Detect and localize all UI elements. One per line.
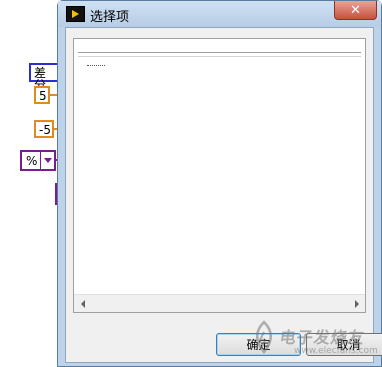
list-empty-row-marker [87, 65, 105, 66]
dialog-client-area: 确定 取消 [65, 27, 382, 363]
ok-button-label: 确定 [246, 338, 271, 352]
close-button[interactable]: ✕ [334, 1, 377, 20]
cancel-button[interactable]: 取消 [306, 333, 382, 356]
numeric-constant-5-value: 5 [39, 89, 47, 103]
list-header-divider [78, 52, 361, 57]
enum-constant-value: % [26, 154, 38, 168]
select-items-dialog: 选择项 ✕ 确定 取消 [57, 0, 382, 367]
dialog-titlebar[interactable]: 选择项 ✕ [58, 1, 381, 27]
close-icon: ✕ [350, 2, 361, 18]
chevron-down-icon[interactable] [40, 152, 54, 169]
scroll-right-arrow-icon[interactable] [348, 295, 365, 312]
ok-button[interactable]: 确定 [216, 333, 301, 356]
scroll-left-arrow-icon[interactable] [74, 295, 91, 312]
cancel-button-label: 取消 [336, 338, 361, 352]
labview-run-icon [66, 6, 85, 22]
dialog-title: 选择项 [90, 10, 130, 25]
numeric-constant-5[interactable]: 5 [34, 86, 50, 104]
enum-constant[interactable]: % [20, 150, 56, 171]
items-listbox[interactable] [73, 38, 366, 313]
horizontal-scrollbar[interactable] [74, 294, 365, 312]
numeric-constant-neg5-value: -5 [39, 123, 51, 137]
numeric-constant-neg5[interactable]: -5 [34, 120, 54, 138]
